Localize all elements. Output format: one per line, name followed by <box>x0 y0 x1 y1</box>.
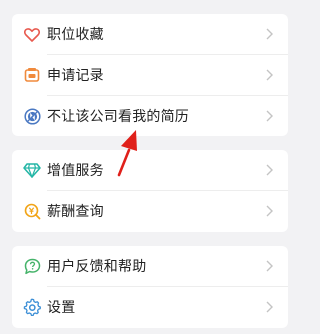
menu-item-value-added-services[interactable]: 增值服务 <box>12 150 288 190</box>
salary-search-icon <box>22 201 42 221</box>
menu-item-settings[interactable]: 设置 <box>12 287 288 327</box>
menu-item-label: 增值服务 <box>47 163 104 179</box>
menu-item-label: 不让该公司看我的简历 <box>47 109 189 125</box>
menu-item-label: 申请记录 <box>47 68 104 84</box>
chevron-right-icon <box>266 205 273 217</box>
menu-item-favorite-jobs[interactable]: 职位收藏 <box>12 14 288 54</box>
block-company-icon <box>22 106 42 126</box>
chevron-right-icon <box>266 69 273 81</box>
application-record-icon <box>22 65 42 85</box>
feedback-help-icon <box>22 256 42 276</box>
menu-item-feedback-help[interactable]: 用户反馈和帮助 <box>12 246 288 286</box>
menu-item-label: 用户反馈和帮助 <box>47 259 147 275</box>
heart-icon <box>22 24 42 44</box>
chevron-right-icon <box>266 260 273 272</box>
menu-group-support: 用户反馈和帮助 设置 <box>12 246 288 328</box>
chevron-right-icon <box>266 301 273 313</box>
menu-item-label: 薪酬查询 <box>47 204 104 220</box>
menu-item-label: 设置 <box>47 300 76 316</box>
menu-group-services: 增值服务 薪酬查询 <box>12 150 288 232</box>
chevron-right-icon <box>266 110 273 122</box>
menu-item-application-records[interactable]: 申请记录 <box>12 55 288 95</box>
chevron-right-icon <box>266 28 273 40</box>
diamond-icon <box>22 160 42 180</box>
settings-gear-icon <box>22 297 42 317</box>
menu-item-salary-query[interactable]: 薪酬查询 <box>12 191 288 231</box>
menu-item-block-company[interactable]: 不让该公司看我的简历 <box>12 96 288 136</box>
chevron-right-icon <box>266 164 273 176</box>
menu-group-account: 职位收藏 申请记录 不让该公司看我的简历 <box>12 14 288 136</box>
menu-item-label: 职位收藏 <box>47 27 104 43</box>
